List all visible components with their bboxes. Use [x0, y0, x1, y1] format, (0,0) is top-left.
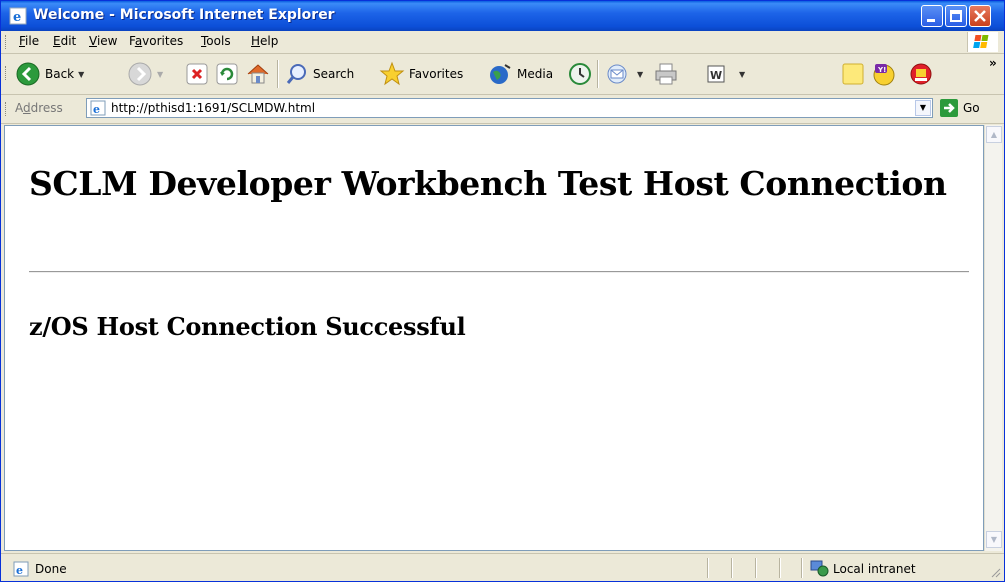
- status-bar: e Done Local intranet: [1, 553, 1004, 581]
- mail-icon: [607, 64, 627, 84]
- home-icon: [247, 64, 269, 84]
- menu-file[interactable]: File: [19, 34, 39, 48]
- go-button[interactable]: Go: [939, 98, 980, 118]
- address-bar: Address e ▼ Go: [1, 95, 1004, 124]
- url-input[interactable]: [111, 100, 891, 116]
- toolbar-separator: [277, 60, 279, 88]
- security-zone-text: Local intranet: [833, 562, 916, 576]
- mail-button[interactable]: ▼: [605, 60, 643, 88]
- yahoo-messenger-icon: Y!: [873, 64, 895, 86]
- status-divider: [755, 558, 757, 578]
- menu-bar: File Edit View Favorites Tools Help: [1, 31, 1004, 54]
- title-bar[interactable]: e Welcome - Microsoft Internet Explorer: [1, 1, 1004, 31]
- back-button[interactable]: Back ▼: [15, 60, 84, 88]
- edit-button[interactable]: W ▼: [705, 60, 745, 88]
- status-divider: [801, 558, 803, 578]
- back-arrow-icon: [16, 62, 40, 86]
- menu-view[interactable]: View: [89, 34, 117, 48]
- go-label: Go: [963, 101, 980, 115]
- sticky-note-icon: [842, 63, 864, 85]
- search-icon: [286, 64, 306, 84]
- go-arrow-icon: [940, 99, 958, 117]
- svg-text:W: W: [710, 69, 722, 82]
- svg-text:Y!: Y!: [877, 66, 886, 74]
- minimize-button[interactable]: [921, 5, 943, 27]
- menu-tools[interactable]: Tools: [201, 34, 231, 48]
- printer-icon: [655, 63, 677, 85]
- status-divider: [731, 558, 733, 578]
- address-dropdown-icon[interactable]: ▼: [915, 100, 931, 116]
- forward-arrow-icon: [128, 62, 152, 86]
- media-button[interactable]: Media: [487, 60, 553, 88]
- back-label: Back: [45, 67, 75, 81]
- svg-text:e: e: [16, 564, 23, 577]
- horizontal-rule: [29, 271, 969, 273]
- stop-icon: [186, 63, 208, 85]
- mail-dropdown-icon[interactable]: ▼: [637, 70, 643, 79]
- notes-button[interactable]: [841, 60, 865, 88]
- scroll-down-button[interactable]: ▼: [986, 531, 1002, 548]
- close-button[interactable]: [969, 5, 991, 27]
- edit-dropdown-icon[interactable]: ▼: [739, 70, 745, 79]
- page-content: SCLM Developer Workbench Test Host Conne…: [4, 125, 984, 551]
- red-badge-icon: [910, 63, 932, 85]
- forward-dropdown-icon[interactable]: ▼: [157, 70, 163, 79]
- media-label: Media: [517, 67, 554, 81]
- favorites-label: Favorites: [409, 67, 464, 81]
- history-button[interactable]: [567, 60, 593, 88]
- status-divider: [779, 558, 781, 578]
- stop-button[interactable]: [185, 60, 209, 88]
- search-label: Search: [313, 67, 355, 81]
- toolbar-grip[interactable]: [5, 102, 9, 116]
- svg-text:e: e: [13, 10, 21, 25]
- favorites-button[interactable]: Favorites: [379, 60, 463, 88]
- browser-window: e Welcome - Microsoft Internet Explorer …: [0, 0, 1005, 582]
- status-divider: [707, 558, 709, 578]
- back-dropdown-icon[interactable]: ▼: [78, 70, 84, 79]
- address-label: Address: [15, 101, 63, 115]
- windows-logo-icon: [967, 32, 998, 52]
- word-edit-icon: W: [707, 65, 725, 83]
- history-clock-icon: [569, 63, 591, 85]
- menu-help[interactable]: Help: [251, 34, 278, 48]
- svg-text:e: e: [93, 103, 100, 116]
- toolbar-grip[interactable]: [5, 66, 9, 80]
- window-title: Welcome - Microsoft Internet Explorer: [33, 7, 335, 23]
- menu-edit[interactable]: Edit: [53, 34, 76, 48]
- scroll-up-button[interactable]: ▲: [986, 126, 1002, 143]
- status-text: Done: [35, 562, 67, 576]
- maximize-button[interactable]: [945, 5, 967, 27]
- home-button[interactable]: [245, 60, 271, 88]
- refresh-button[interactable]: [215, 60, 239, 88]
- ie-logo-icon: e: [9, 7, 27, 25]
- toolbar-separator: [597, 60, 599, 88]
- address-field[interactable]: e ▼: [86, 98, 933, 118]
- toolbar-grip[interactable]: [5, 35, 9, 49]
- refresh-icon: [216, 63, 238, 85]
- resize-grip-icon[interactable]: [991, 568, 1001, 578]
- vertical-scrollbar[interactable]: ▲ ▼: [984, 125, 1002, 551]
- media-globe-icon: [490, 64, 511, 84]
- local-intranet-icon: [810, 560, 829, 577]
- research-button[interactable]: [909, 60, 933, 88]
- search-button[interactable]: Search: [285, 60, 354, 88]
- menu-favorites[interactable]: Favorites: [129, 34, 183, 48]
- page-heading: SCLM Developer Workbench Test Host Conne…: [29, 164, 947, 203]
- connection-status-heading: z/OS Host Connection Successful: [29, 312, 466, 341]
- print-button[interactable]: [653, 60, 679, 88]
- favorites-star-icon: [379, 61, 405, 86]
- page-icon: e: [90, 100, 106, 116]
- yahoo-messenger-button[interactable]: Y!: [871, 60, 897, 88]
- page-done-icon: e: [13, 561, 29, 577]
- forward-button[interactable]: ▼: [127, 60, 163, 88]
- toolbar-overflow-icon[interactable]: »: [989, 56, 997, 70]
- standard-toolbar: Back ▼ ▼ Search Favorites Media ▼ W ▼ Y!…: [1, 54, 1004, 95]
